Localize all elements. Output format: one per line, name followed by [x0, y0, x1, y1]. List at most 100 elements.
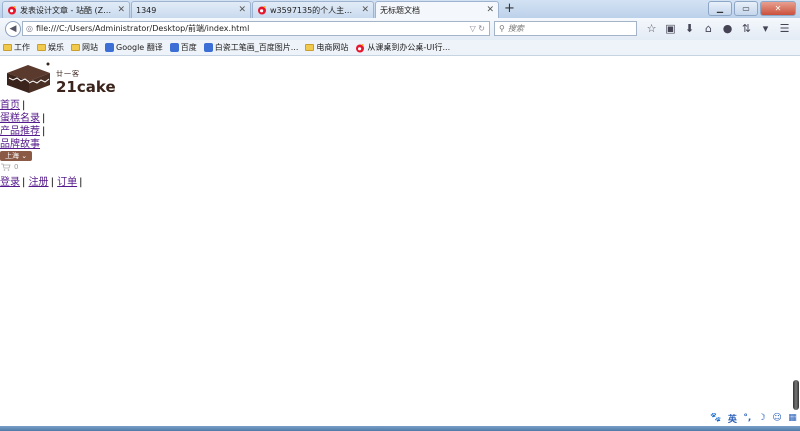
logo-english: 21cake: [56, 78, 116, 96]
weibo-icon: [8, 6, 16, 15]
bookmark-websites[interactable]: 网站: [71, 42, 98, 53]
bookmark-label: 从课桌到办公桌-UI行...: [367, 43, 451, 52]
window-controls: ▁ ▭ ✕: [706, 1, 796, 16]
menu-item-cake-list: 蛋糕名录 |: [0, 112, 45, 125]
minimize-button[interactable]: ▁: [708, 1, 732, 16]
page-content: 廿一客 21cake 首页 | 蛋糕名录 | 产品推荐 | 品牌故事 上海 ⌄ 0 登…: [0, 57, 800, 407]
folder-icon: [37, 44, 46, 51]
url-text: file:///C:/Users/Administrator/Desktop/前…: [35, 24, 250, 33]
bookmark-label: 白瓷工笔画_百度图片...: [214, 43, 299, 52]
bookmark-ecommerce[interactable]: 电商网站: [305, 42, 348, 53]
back-button[interactable]: ◀: [5, 21, 21, 37]
tab-personal-page[interactable]: w3597135的个人主页 - ... ✕: [252, 1, 374, 18]
chevron-down-icon: ⌄: [21, 152, 28, 160]
folder-icon: [3, 44, 12, 51]
tab-title: 1349: [136, 5, 157, 15]
paw-icon[interactable]: 🐾: [710, 413, 721, 423]
download-icon[interactable]: ⬇: [680, 21, 699, 36]
close-icon[interactable]: ✕: [117, 5, 125, 15]
scroll-handle[interactable]: [793, 380, 799, 410]
bookmark-label: 网站: [82, 43, 98, 52]
bookmark-baidu-images[interactable]: 白瓷工笔画_百度图片...: [203, 42, 299, 53]
bookmark-work[interactable]: 工作: [3, 42, 30, 53]
search-icon: ⚲: [499, 24, 505, 33]
menu-link[interactable]: 蛋糕名录: [0, 113, 40, 124]
tab-bar: 发表设计文章 - 站酷 (ZCO... ✕ 1349 ✕ w3597135的个人…: [0, 0, 800, 18]
new-tab-button[interactable]: +: [504, 1, 515, 17]
menu-link[interactable]: 产品推荐: [0, 126, 40, 137]
dropdown-icon[interactable]: ▾: [756, 21, 775, 36]
grid-icon[interactable]: ▦: [788, 413, 797, 423]
bookmark-google-translate[interactable]: Google 翻译: [105, 42, 163, 53]
user-links: 登录 | 注册 | 订单 |: [0, 173, 83, 188]
main-menu: 首页 | 蛋糕名录 | 产品推荐 | 品牌故事: [0, 99, 45, 151]
star-icon[interactable]: ☆: [642, 21, 661, 36]
bookmark-label: 工作: [14, 43, 30, 52]
close-window-button[interactable]: ✕: [760, 1, 796, 16]
close-icon[interactable]: ✕: [238, 5, 246, 15]
home-icon[interactable]: ⌂: [699, 21, 718, 36]
logo[interactable]: 廿一客 21cake: [4, 59, 116, 97]
nav-bar: ◀ ◎ file:///C:/Users/Administrator/Deskt…: [0, 18, 800, 41]
globe-icon: ◎: [26, 24, 33, 33]
chat-icon[interactable]: ●: [718, 21, 737, 36]
bookmark-label: Google 翻译: [116, 43, 163, 52]
close-icon[interactable]: ✕: [361, 5, 369, 15]
baidu-icon: [169, 43, 179, 52]
search-box[interactable]: ⚲: [494, 21, 637, 36]
menu-item-recommend: 产品推荐 |: [0, 125, 45, 138]
search-input[interactable]: [507, 24, 618, 33]
separator: |: [42, 126, 46, 137]
bookmark-label: 娱乐: [48, 43, 64, 52]
bookmark-label: 电商网站: [316, 43, 349, 52]
taskbar: [0, 426, 800, 431]
menu-item-brand-story: 品牌故事: [0, 138, 45, 151]
bookmark-ui-industry[interactable]: 从课桌到办公桌-UI行...: [355, 42, 450, 53]
separator: |: [42, 113, 46, 124]
cart[interactable]: 0: [1, 163, 18, 171]
bookmark-baidu[interactable]: 百度: [169, 42, 197, 53]
ime-toolbar: 🐾 英 °, ☽ ☺ ▦: [707, 411, 800, 425]
logo-text: 廿一客 21cake: [56, 69, 116, 96]
register-link[interactable]: 注册: [29, 177, 49, 188]
user-icon[interactable]: ☺: [772, 413, 781, 423]
sync-icon[interactable]: ⇅: [737, 21, 756, 36]
tab-title: w3597135的个人主页 - ...: [270, 5, 359, 15]
tab-title: 无标题文档: [380, 5, 420, 15]
weibo-icon: [258, 6, 266, 15]
cake-icon: [7, 62, 50, 93]
separator: |: [50, 177, 54, 188]
separator: |: [22, 100, 26, 111]
address-bar[interactable]: ◎ file:///C:/Users/Administrator/Desktop…: [22, 21, 490, 36]
ime-mode[interactable]: 英: [728, 412, 737, 425]
menu-item-home: 首页 |: [0, 99, 45, 112]
tab-untitled[interactable]: 无标题文档 ✕: [375, 1, 499, 18]
orders-link[interactable]: 订单: [57, 177, 77, 188]
bookmark-entertainment[interactable]: 娱乐: [37, 42, 64, 53]
tab-title: 发表设计文章 - 站酷 (ZCO...: [20, 5, 115, 15]
separator: |: [79, 177, 83, 188]
tab-zcool[interactable]: 发表设计文章 - 站酷 (ZCO... ✕: [2, 1, 130, 18]
reload-icon[interactable]: ▽ ↻: [470, 24, 485, 33]
translate-icon: [105, 43, 114, 52]
cart-icon: [1, 163, 11, 171]
reading-list-icon[interactable]: ▣: [661, 21, 680, 36]
menu-link[interactable]: 品牌故事: [0, 139, 40, 150]
moon-icon[interactable]: ☽: [758, 413, 766, 423]
close-icon[interactable]: ✕: [486, 5, 494, 15]
city-selector[interactable]: 上海 ⌄: [0, 151, 32, 161]
baidu-icon: [203, 43, 213, 52]
cart-count: 0: [14, 163, 19, 171]
city-label: 上海: [5, 152, 19, 160]
maximize-button[interactable]: ▭: [734, 1, 758, 16]
menu-link[interactable]: 首页: [0, 100, 20, 111]
weibo-icon: [356, 43, 365, 52]
arrow-left-icon: ◀: [9, 24, 17, 34]
punctuation-icon[interactable]: °,: [743, 413, 751, 423]
bookmark-label: 百度: [180, 43, 197, 52]
menu-icon[interactable]: ☰: [775, 21, 794, 36]
toolbar: ☆ ▣ ⬇ ⌂ ● ⇅ ▾ ☰: [642, 21, 794, 36]
folder-icon: [71, 44, 80, 51]
tab-1349[interactable]: 1349 ✕: [131, 1, 251, 18]
login-link[interactable]: 登录: [0, 177, 20, 188]
